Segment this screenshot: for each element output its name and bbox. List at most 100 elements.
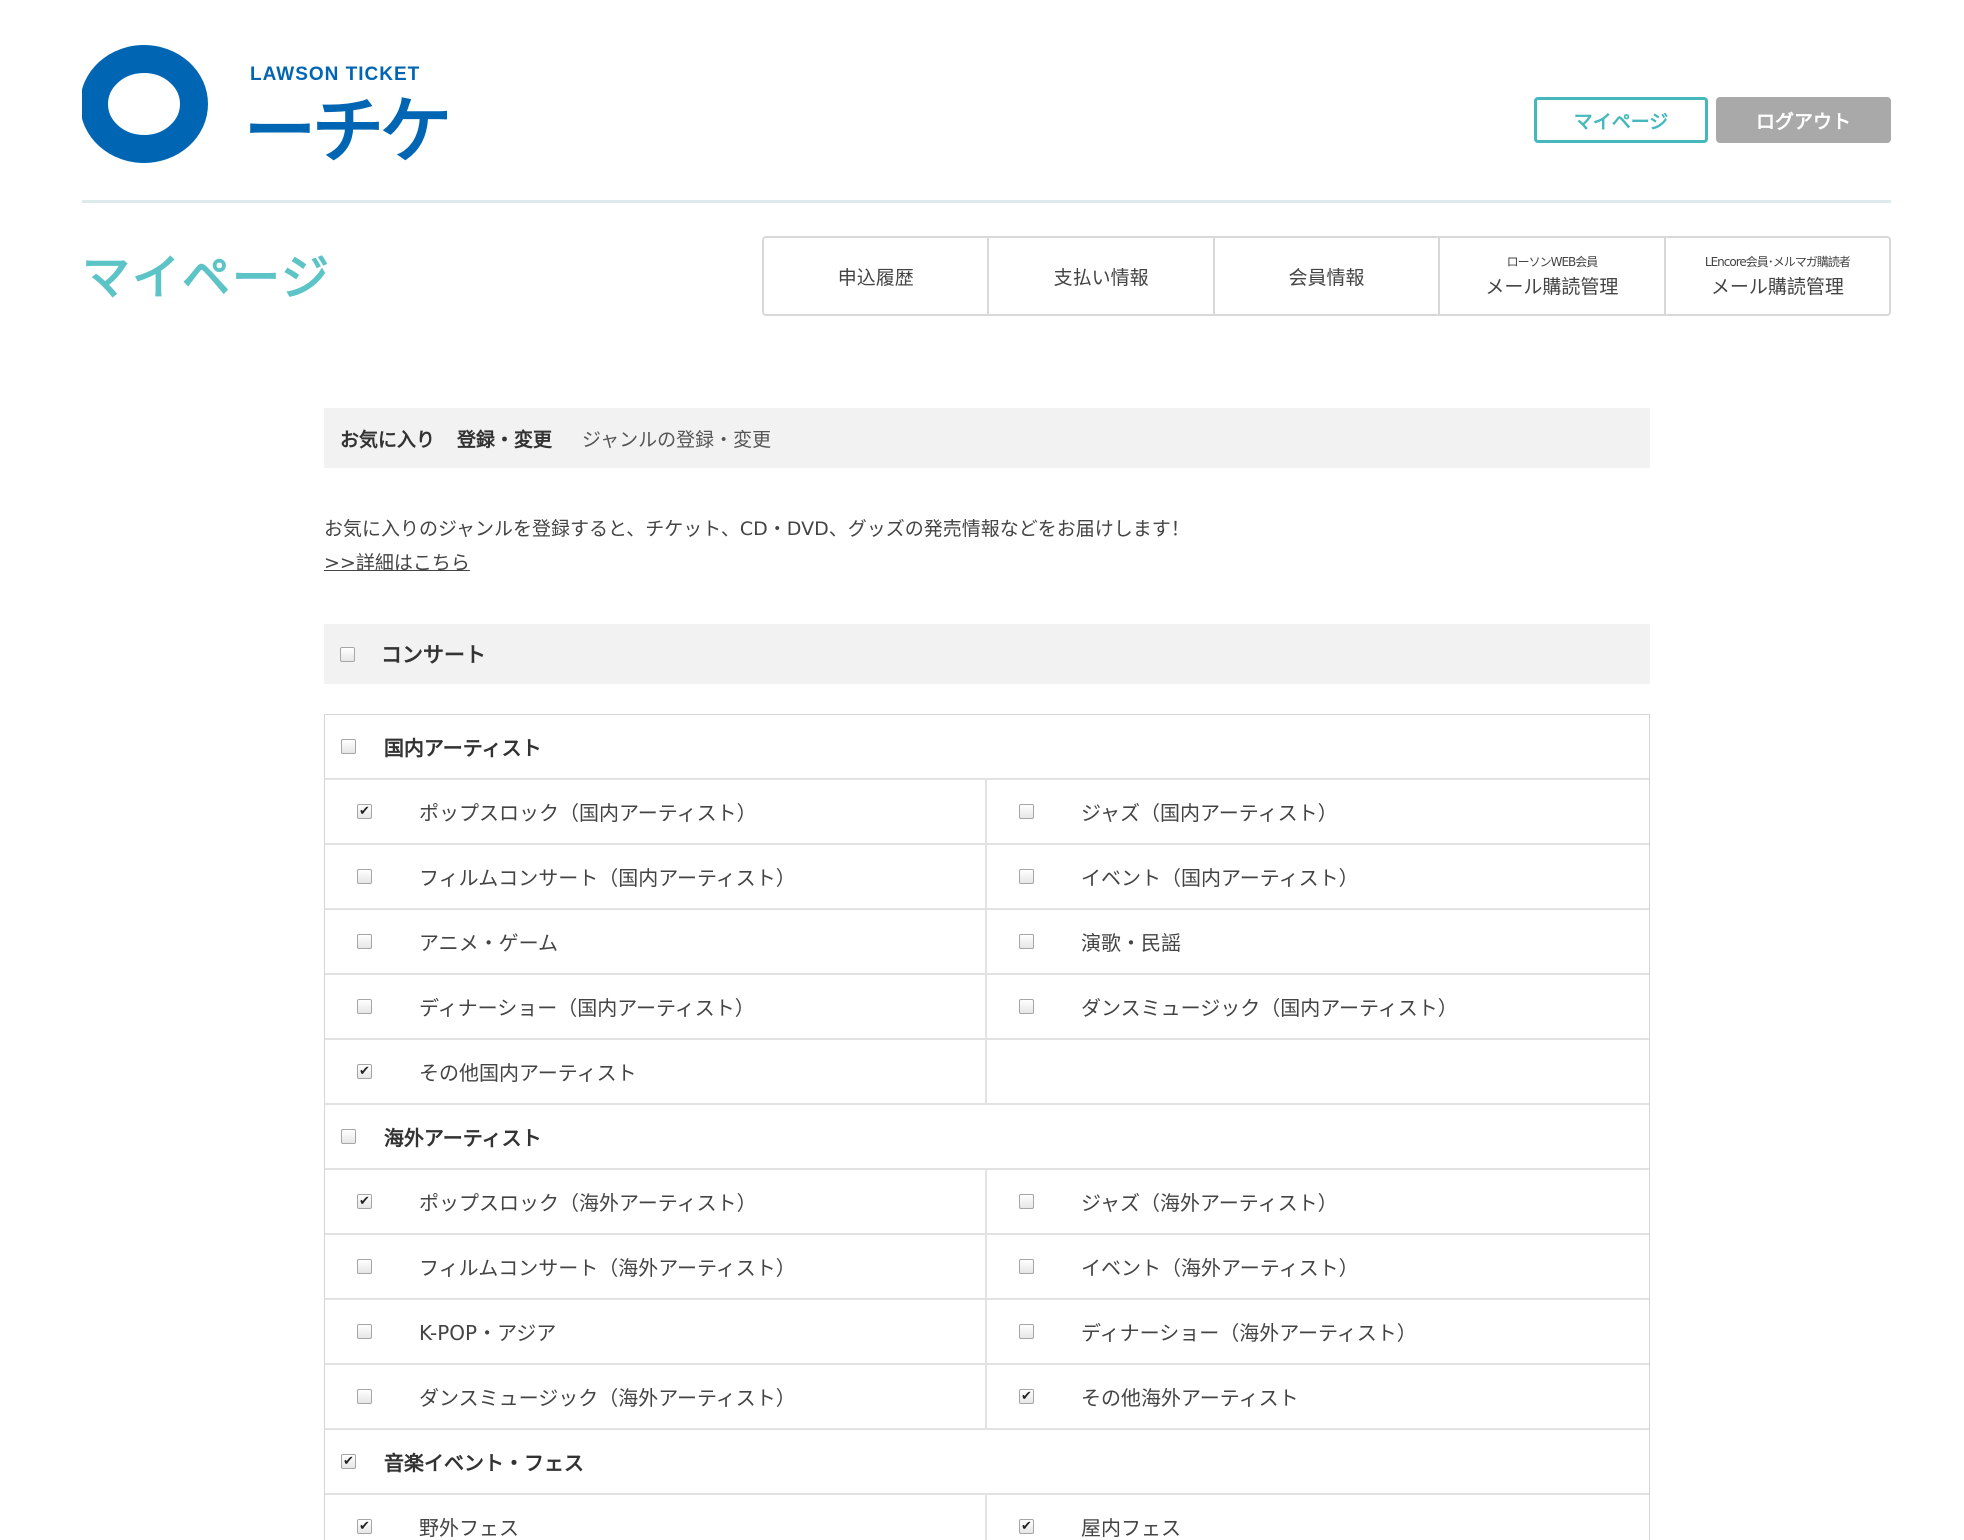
option-label: その他海外アーティスト xyxy=(1081,1386,1299,1410)
genre-option xyxy=(987,1040,1649,1103)
option-checkbox[interactable] xyxy=(1019,1259,1034,1274)
table-row: フィルムコンサート（海外アーティスト） イベント（海外アーティスト） xyxy=(325,1235,1649,1300)
nav-tab-sublabel: LEncore会員･メルマガ購読者 xyxy=(1704,255,1851,269)
subgenre-group-row: 海外アーティスト xyxy=(325,1105,1649,1170)
genre-option[interactable]: アニメ・ゲーム xyxy=(325,910,987,973)
option-checkbox[interactable] xyxy=(1019,1324,1034,1339)
option-checkbox[interactable] xyxy=(1019,804,1034,819)
table-row: ✔ 野外フェス ✔ 屋内フェス xyxy=(325,1495,1649,1540)
genre-option[interactable]: ディナーショー（国内アーティスト） xyxy=(325,975,987,1038)
nav-tab-3[interactable]: 会員情報 xyxy=(1215,238,1441,314)
option-checkbox[interactable]: ✔ xyxy=(1019,1519,1034,1534)
genre-option[interactable]: イベント（海外アーティスト） xyxy=(987,1235,1649,1298)
option-label: ポップスロック（海外アーティスト） xyxy=(419,1191,757,1215)
option-checkbox[interactable] xyxy=(1019,869,1034,884)
option-checkbox[interactable] xyxy=(357,1259,372,1274)
option-label: 野外フェス xyxy=(419,1516,519,1540)
genre-option[interactable]: ダンスミュージック（海外アーティスト） xyxy=(325,1365,987,1428)
genre-option[interactable]: K-POP・アジア xyxy=(325,1300,987,1363)
genre-option[interactable]: ジャズ（海外アーティスト） xyxy=(987,1170,1649,1233)
table-row: ディナーショー（国内アーティスト） ダンスミュージック（国内アーティスト） xyxy=(325,975,1649,1040)
table-row: ダンスミュージック（海外アーティスト） ✔ その他海外アーティスト xyxy=(325,1365,1649,1430)
option-label: フィルムコンサート（海外アーティスト） xyxy=(419,1256,796,1280)
option-label: ポップスロック（国内アーティスト） xyxy=(419,801,757,825)
option-checkbox[interactable]: ✔ xyxy=(1019,1389,1034,1404)
genre-option[interactable]: ジャズ（国内アーティスト） xyxy=(987,780,1649,843)
group-checkbox[interactable] xyxy=(341,1129,356,1144)
group-checkbox[interactable] xyxy=(341,739,356,754)
genre-option[interactable]: ✔ 屋内フェス xyxy=(987,1495,1649,1540)
genre-option[interactable]: イベント（国内アーティスト） xyxy=(987,845,1649,908)
genre-option[interactable]: 演歌・民謡 xyxy=(987,910,1649,973)
genre-option[interactable]: ✔ その他海外アーティスト xyxy=(987,1365,1649,1428)
option-checkbox[interactable] xyxy=(357,934,372,949)
option-label: ディナーショー（国内アーティスト） xyxy=(419,996,755,1020)
option-label: フィルムコンサート（国内アーティスト） xyxy=(419,866,796,890)
option-checkbox[interactable] xyxy=(1019,999,1034,1014)
option-checkbox[interactable] xyxy=(1019,934,1034,949)
group-label: 音楽イベント・フェス xyxy=(384,1451,584,1475)
table-row: アニメ・ゲーム 演歌・民謡 xyxy=(325,910,1649,975)
option-checkbox[interactable]: ✔ xyxy=(357,1064,372,1079)
nav-tab-5[interactable]: LEncore会員･メルマガ購読者メール購読管理 xyxy=(1666,238,1889,314)
section-title: お気に入り xyxy=(340,428,436,451)
section-header: お気に入り 登録・変更 ジャンルの登録・変更 xyxy=(324,408,1650,468)
nav-tab-4[interactable]: ローソンWEB会員メール購読管理 xyxy=(1440,238,1666,314)
subgenre-group-row: 国内アーティスト xyxy=(325,715,1649,780)
option-label: その他国内アーティスト xyxy=(419,1061,637,1085)
genre-option[interactable]: ✔ その他国内アーティスト xyxy=(325,1040,987,1103)
lawson-ticket-logo[interactable]: LAWSON TICKET ーチケ xyxy=(82,34,452,174)
logout-button[interactable]: ログアウト xyxy=(1716,97,1891,143)
logo-text-jp: ーチケ xyxy=(244,89,452,173)
nav-tab-label: 会員情報 xyxy=(1288,266,1365,289)
genre-option[interactable]: フィルムコンサート（海外アーティスト） xyxy=(325,1235,987,1298)
subgenre-group-row: ✔ 音楽イベント・フェス xyxy=(325,1430,1649,1495)
nav-tab-sublabel: ローソンWEB会員 xyxy=(1506,255,1599,269)
option-label: 屋内フェス xyxy=(1081,1516,1181,1540)
option-label: ダンスミュージック（国内アーティスト） xyxy=(1081,996,1458,1020)
nav-tab-1[interactable]: 申込履歴 xyxy=(764,238,990,314)
concert-checkbox[interactable] xyxy=(340,646,355,662)
nav-tab-label: メール購読管理 xyxy=(1485,276,1619,298)
option-checkbox[interactable]: ✔ xyxy=(357,1194,372,1209)
genre-option[interactable]: ✔ ポップスロック（海外アーティスト） xyxy=(325,1170,987,1233)
table-row: K-POP・アジア ディナーショー（海外アーティスト） xyxy=(325,1300,1649,1365)
nav-tab-label: メール購読管理 xyxy=(1710,276,1844,298)
group-checkbox[interactable]: ✔ xyxy=(341,1454,356,1469)
mypage-button[interactable]: マイページ xyxy=(1534,97,1708,143)
option-checkbox[interactable] xyxy=(1019,1194,1034,1209)
section-title-action: 登録・変更 xyxy=(457,428,553,451)
option-checkbox[interactable]: ✔ xyxy=(357,1519,372,1534)
genre-table: 国内アーティスト ✔ ポップスロック（国内アーティスト） ジャズ（国内アーティスト） フ… xyxy=(324,714,1650,1540)
option-checkbox[interactable] xyxy=(357,1324,372,1339)
option-checkbox[interactable] xyxy=(357,1389,372,1404)
nav-tab-2[interactable]: 支払い情報 xyxy=(989,238,1215,314)
favorites-content: お気に入り 登録・変更 ジャンルの登録・変更 お気に入りのジャンルを登録すると、… xyxy=(324,408,1650,1540)
option-label: ジャズ（海外アーティスト） xyxy=(1081,1191,1338,1215)
option-label: ジャズ（国内アーティスト） xyxy=(1081,801,1338,825)
genre-option[interactable]: ダンスミュージック（国内アーティスト） xyxy=(987,975,1649,1038)
table-row: フィルムコンサート（国内アーティスト） イベント（国内アーティスト） xyxy=(325,845,1649,910)
section-subtitle: ジャンルの登録・変更 xyxy=(582,428,772,451)
genre-option[interactable]: フィルムコンサート（国内アーティスト） xyxy=(325,845,987,908)
option-checkbox[interactable] xyxy=(357,869,372,884)
option-checkbox[interactable] xyxy=(357,999,372,1014)
option-checkbox[interactable]: ✔ xyxy=(357,804,372,819)
details-link[interactable]: >>詳細はこちら xyxy=(324,552,470,574)
genre-option[interactable]: ディナーショー（海外アーティスト） xyxy=(987,1300,1649,1363)
genre-option[interactable]: ✔ 野外フェス xyxy=(325,1495,987,1540)
table-row: ✔ ポップスロック（海外アーティスト） ジャズ（海外アーティスト） xyxy=(325,1170,1649,1235)
genre-label: コンサート xyxy=(381,643,486,667)
option-label: イベント（海外アーティスト） xyxy=(1081,1256,1359,1280)
genre-option[interactable]: ✔ ポップスロック（国内アーティスト） xyxy=(325,780,987,843)
nav-tab-label: 申込履歴 xyxy=(837,266,914,289)
intro-block: お気に入りのジャンルを登録すると、チケット、CD・DVD、グッズの発売情報などを… xyxy=(324,512,1650,580)
option-label: 演歌・民謡 xyxy=(1081,931,1181,955)
mypage-nav: 申込履歴 支払い情報 会員情報 ローソンWEB会員 メール購読管理 LEncore会員･メ… xyxy=(762,236,1891,316)
header-divider xyxy=(82,200,1891,203)
nav-tab-label: 支払い情報 xyxy=(1053,266,1149,289)
option-label: ダンスミュージック（海外アーティスト） xyxy=(419,1386,796,1410)
logo-text-en: LAWSON TICKET xyxy=(250,64,421,85)
group-label: 海外アーティスト xyxy=(384,1126,542,1150)
option-label: K-POP・アジア xyxy=(419,1321,557,1345)
